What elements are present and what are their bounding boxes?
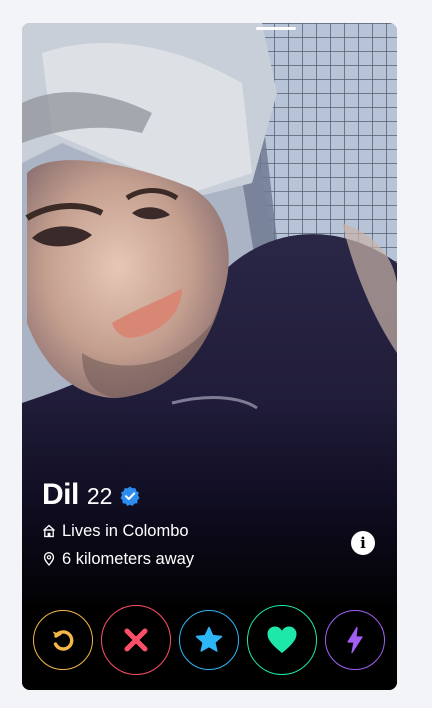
house-icon [43,524,55,538]
like-button[interactable] [247,605,317,675]
location-text: Lives in Colombo [62,521,189,540]
photo-indicator [256,27,296,30]
lightning-icon [347,626,363,654]
star-icon [195,626,223,652]
x-icon [124,628,148,652]
action-bar [22,603,397,690]
rewind-button[interactable] [33,610,93,670]
location-row: Lives in Colombo [42,520,194,542]
nope-button[interactable] [101,605,171,675]
distance-text: 6 kilometers away [62,549,195,568]
profile-name: Dil [42,478,79,511]
profile-age: 22 [86,483,113,509]
super-like-button[interactable] [179,610,239,670]
rewind-icon [52,630,74,651]
verified-badge-icon [120,486,140,506]
info-icon[interactable]: i [351,531,375,555]
boost-button[interactable] [325,610,385,670]
profile-card[interactable]: Dil 22 Lives in Colombo 6 kilometers awa… [22,23,397,690]
distance-row: 6 kilometers away [42,548,194,570]
heart-icon [267,626,297,653]
name-row: Dil 22 [42,478,194,514]
pin-icon [43,552,55,566]
profile-info: Dil 22 Lives in Colombo 6 kilometers awa… [42,478,194,570]
